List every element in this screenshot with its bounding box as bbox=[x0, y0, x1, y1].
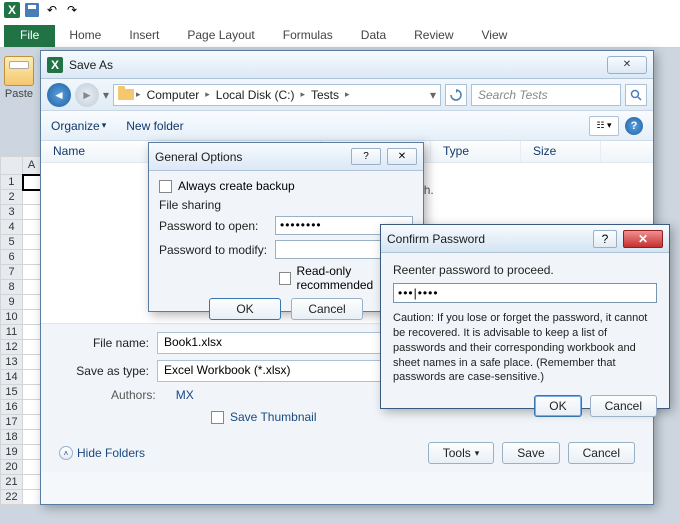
save-button[interactable]: Save bbox=[502, 442, 559, 464]
close-button[interactable]: ✕ bbox=[607, 56, 647, 74]
tab-view[interactable]: View bbox=[468, 25, 522, 47]
ok-button[interactable]: OK bbox=[209, 298, 281, 320]
forward-button[interactable]: ► bbox=[75, 83, 99, 107]
help-button[interactable]: ? bbox=[351, 148, 381, 165]
thumbnail-checkbox[interactable] bbox=[211, 411, 224, 424]
help-button[interactable]: ? bbox=[625, 117, 643, 135]
dropdown-icon[interactable]: ▾ bbox=[103, 88, 109, 102]
breadcrumb[interactable]: ▸ Computer ▸ Local Disk (C:) ▸ Tests ▸ ▾ bbox=[113, 84, 441, 106]
tab-file[interactable]: File bbox=[4, 25, 55, 47]
password-input[interactable]: •••|•••• bbox=[393, 283, 657, 303]
redo-icon[interactable]: ↷ bbox=[64, 2, 80, 18]
bc-computer[interactable]: Computer bbox=[143, 88, 204, 102]
tab-data[interactable]: Data bbox=[347, 25, 400, 47]
svg-text:X: X bbox=[51, 58, 59, 72]
chevron-up-icon: ˄ bbox=[59, 446, 73, 460]
readonly-checkbox[interactable] bbox=[279, 272, 291, 285]
refresh-button[interactable] bbox=[445, 84, 467, 106]
tab-insert[interactable]: Insert bbox=[115, 25, 173, 47]
tab-formulas[interactable]: Formulas bbox=[269, 25, 347, 47]
col-size[interactable]: Size bbox=[521, 141, 601, 162]
hide-folders-button[interactable]: ˄ Hide Folders bbox=[59, 446, 145, 460]
prompt-text: Reenter password to proceed. bbox=[393, 263, 657, 277]
close-button[interactable]: ✕ bbox=[623, 230, 663, 248]
confirm-password-dialog: Confirm Password ? ✕ Reenter password to… bbox=[380, 224, 670, 409]
col-type[interactable]: Type bbox=[431, 141, 521, 162]
savetype-label: Save as type: bbox=[59, 364, 157, 378]
authors-value[interactable]: MX bbox=[176, 388, 194, 402]
clipboard-icon bbox=[4, 56, 34, 86]
paste-label: Paste bbox=[4, 88, 34, 100]
cancel-button[interactable]: Cancel bbox=[590, 395, 657, 417]
bc-drive[interactable]: Local Disk (C:) bbox=[212, 88, 299, 102]
close-button[interactable]: ✕ bbox=[387, 148, 417, 165]
view-options[interactable]: ☷ ▾ bbox=[589, 116, 619, 136]
backup-checkbox[interactable] bbox=[159, 180, 172, 193]
tools-button[interactable]: Tools▾ bbox=[428, 442, 495, 464]
excel-icon: X bbox=[47, 57, 63, 73]
newfolder-button[interactable]: New folder bbox=[126, 119, 183, 133]
folder-icon bbox=[118, 86, 134, 103]
backup-label: Always create backup bbox=[178, 179, 295, 193]
tab-pagelayout[interactable]: Page Layout bbox=[173, 25, 268, 47]
tab-home[interactable]: Home bbox=[55, 25, 115, 47]
help-button[interactable]: ? bbox=[593, 230, 617, 248]
undo-icon[interactable]: ↶ bbox=[44, 2, 60, 18]
cancel-button[interactable]: Cancel bbox=[291, 298, 363, 320]
dialog-title: Confirm Password bbox=[387, 232, 593, 246]
caution-text: Caution: If you lose or forget the passw… bbox=[393, 311, 657, 385]
pw-open-label: Password to open: bbox=[159, 219, 269, 233]
bc-folder[interactable]: Tests bbox=[307, 88, 343, 102]
excel-icon: X bbox=[4, 2, 20, 18]
filename-label: File name: bbox=[59, 336, 157, 350]
dialog-title: General Options bbox=[155, 150, 351, 164]
ok-button[interactable]: OK bbox=[534, 395, 581, 417]
cancel-button[interactable]: Cancel bbox=[568, 442, 635, 464]
svg-text:X: X bbox=[8, 3, 16, 17]
spreadsheet-grid[interactable]: A 1 23 45 67 89 1011 1213 1415 1617 1819… bbox=[0, 156, 42, 505]
back-button[interactable]: ◄ bbox=[47, 83, 71, 107]
ribbon: X ↶ ↷ File Home Insert Page Layout Formu… bbox=[0, 0, 680, 48]
paste-button[interactable]: Paste bbox=[4, 56, 34, 100]
organize-menu[interactable]: Organize ▾ bbox=[51, 119, 106, 133]
thumbnail-label: Save Thumbnail bbox=[230, 410, 317, 424]
search-input[interactable]: Search Tests bbox=[471, 84, 621, 106]
save-icon[interactable] bbox=[24, 2, 40, 18]
sharing-heading: File sharing bbox=[159, 198, 413, 212]
pw-mod-label: Password to modify: bbox=[159, 243, 269, 257]
tab-review[interactable]: Review bbox=[400, 25, 467, 47]
search-button[interactable] bbox=[625, 84, 647, 106]
window-title: Save As bbox=[69, 58, 607, 72]
authors-label: Authors: bbox=[111, 388, 156, 402]
